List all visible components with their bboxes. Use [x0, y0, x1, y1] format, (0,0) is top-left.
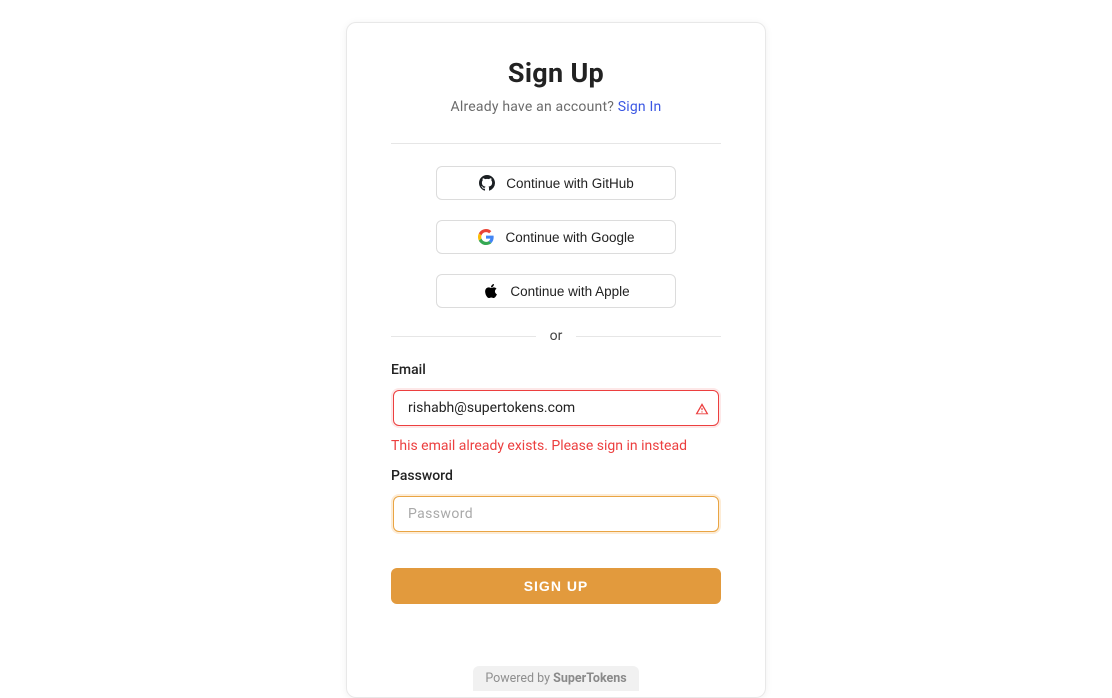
- or-text: or: [550, 328, 563, 344]
- subtitle: Already have an account? Sign In: [391, 99, 721, 115]
- divider-line: [391, 143, 721, 144]
- divider-left: [391, 336, 536, 337]
- footer-prefix: Powered by: [485, 671, 553, 686]
- footer: Powered by SuperTokens: [391, 660, 721, 697]
- github-button-label: Continue with GitHub: [506, 176, 634, 191]
- or-divider: or: [391, 328, 721, 344]
- powered-by-chip: Powered by SuperTokens: [473, 666, 638, 691]
- error-icon: [695, 401, 709, 415]
- continue-github-button[interactable]: Continue with GitHub: [436, 166, 676, 200]
- email-input-wrapper: [391, 388, 721, 428]
- continue-apple-button[interactable]: Continue with Apple: [436, 274, 676, 308]
- github-icon: [478, 174, 496, 192]
- continue-google-button[interactable]: Continue with Google: [436, 220, 676, 254]
- divider-right: [576, 336, 721, 337]
- apple-button-label: Continue with Apple: [510, 284, 629, 299]
- footer-brand: SuperTokens: [553, 671, 627, 686]
- email-error-text: This email already exists. Please sign i…: [391, 438, 721, 454]
- google-icon: [477, 228, 495, 246]
- signin-link[interactable]: Sign In: [618, 99, 662, 115]
- signup-card: Sign Up Already have an account? Sign In…: [346, 22, 766, 698]
- password-label: Password: [391, 468, 721, 484]
- page-title: Sign Up: [391, 57, 721, 89]
- email-label: Email: [391, 362, 721, 378]
- password-input[interactable]: [393, 496, 719, 532]
- email-input[interactable]: [393, 390, 719, 426]
- password-input-wrapper: [391, 494, 721, 534]
- google-button-label: Continue with Google: [505, 230, 634, 245]
- signup-button[interactable]: SIGN UP: [391, 568, 721, 604]
- subtitle-prefix: Already have an account?: [451, 99, 618, 115]
- apple-icon: [482, 282, 500, 300]
